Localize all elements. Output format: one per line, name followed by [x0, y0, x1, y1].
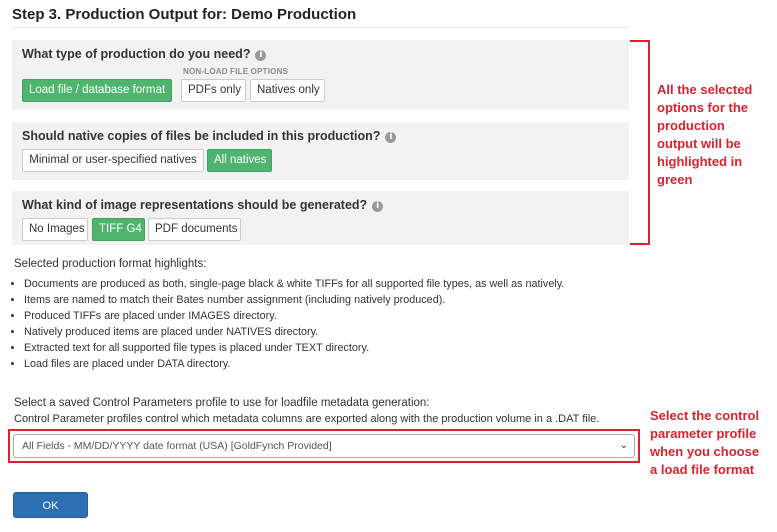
annotation-line: highlighted in	[657, 154, 743, 169]
info-icon[interactable]: i	[372, 201, 384, 212]
non-load-file-options-label: NON-LOAD FILE OPTIONS	[183, 67, 289, 76]
list-item: Extracted text for all supported file ty…	[24, 340, 564, 356]
minimal-natives-option-button[interactable]: Minimal or user-specified natives	[22, 149, 204, 172]
all-natives-option-button[interactable]: All natives	[207, 149, 272, 172]
image-representations-panel: What kind of image representations shoul…	[12, 191, 629, 245]
list-item: Items are named to match their Bates num…	[24, 292, 564, 308]
image-representations-question-text: What kind of image representations shoul…	[22, 198, 368, 212]
native-copies-question-text: Should native copies of files be include…	[22, 129, 381, 143]
list-item: Documents are produced as both, single-p…	[24, 276, 564, 292]
production-type-question-text: What type of production do you need?	[22, 47, 251, 61]
native-copies-question: Should native copies of files be include…	[22, 129, 397, 143]
annotation-line: output will be	[657, 136, 741, 151]
annotation-line: Select the control	[650, 408, 760, 423]
natives-only-option-button[interactable]: Natives only	[250, 79, 325, 102]
selected-options-annotation: All the selected options for the product…	[657, 81, 752, 189]
annotation-line: options for the	[657, 100, 748, 115]
no-images-option-button[interactable]: No Images	[22, 218, 88, 241]
highlights-list: Documents are produced as both, single-p…	[10, 276, 564, 372]
profile-annotation: Select the control parameter profile whe…	[650, 407, 759, 479]
annotation-line: a load file format	[650, 462, 755, 477]
annotation-line: parameter profile	[650, 426, 757, 441]
control-params-profile-select[interactable]: All Fields - MM/DD/YYYY date format (USA…	[13, 434, 635, 458]
list-item: Natively produced items are placed under…	[24, 324, 564, 340]
info-icon[interactable]: i	[255, 50, 267, 61]
pdfs-only-option-button[interactable]: PDFs only	[181, 79, 246, 102]
list-item: Produced TIFFs are placed under IMAGES d…	[24, 308, 564, 324]
selected-options-bracket	[630, 40, 650, 245]
page-title: Step 3. Production Output for: Demo Prod…	[12, 6, 357, 23]
production-type-question: What type of production do you need? i	[22, 47, 267, 61]
control-params-description: Control Parameter profiles control which…	[14, 413, 600, 425]
chevron-down-icon: ⌄	[619, 440, 628, 451]
ok-button[interactable]: OK	[13, 492, 88, 518]
production-type-panel: What type of production do you need? i NO…	[12, 40, 629, 110]
profile-select-value: All Fields - MM/DD/YYYY date format (USA…	[22, 440, 332, 452]
control-params-label: Select a saved Control Parameters profil…	[14, 397, 430, 409]
highlights-title: Selected production format highlights:	[14, 258, 207, 270]
annotation-line: green	[657, 172, 693, 187]
native-copies-panel: Should native copies of files be include…	[12, 122, 629, 180]
title-divider	[12, 27, 629, 28]
annotation-line: when you choose	[650, 444, 760, 459]
list-item: Load files are placed under DATA directo…	[24, 356, 564, 372]
tiff-g4-option-button[interactable]: TIFF G4	[92, 218, 145, 241]
image-representations-question: What kind of image representations shoul…	[22, 198, 384, 212]
load-file-option-button[interactable]: Load file / database format	[22, 79, 172, 102]
annotation-line: All the selected	[657, 82, 753, 97]
info-icon[interactable]: i	[385, 132, 397, 143]
pdf-documents-option-button[interactable]: PDF documents	[148, 218, 241, 241]
annotation-line: production	[657, 118, 725, 133]
